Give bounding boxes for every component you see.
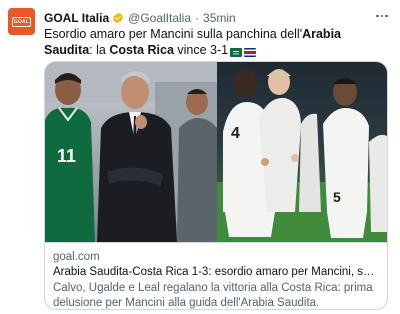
card-meta: goal.com Arabia Saudita-Costa Rica 1-3: … bbox=[45, 242, 387, 309]
card-domain[interactable]: goal.com bbox=[53, 250, 379, 264]
jersey-number-4: 4 bbox=[231, 125, 240, 142]
saudi-arabia-flag-icon bbox=[230, 45, 243, 58]
card-title[interactable]: Arabia Saudita-Costa Rica 1-3: esordio a… bbox=[53, 265, 379, 280]
article-image[interactable]: 11 4 5 bbox=[45, 62, 387, 242]
tweet-text-part1: Esordio amaro per Mancini sulla panchina… bbox=[44, 27, 303, 41]
verified-badge-icon bbox=[112, 12, 124, 24]
tweet-text: Esordio amaro per Mancini sulla panchina… bbox=[44, 26, 388, 58]
separator-dot: · bbox=[195, 10, 200, 25]
more-options-icon[interactable] bbox=[374, 9, 390, 23]
tweet-text-bold-costa-rica: Costa Rica bbox=[109, 43, 174, 57]
tweet-header: GOAL Italia @GoalItalia · 35min bbox=[44, 9, 236, 26]
tweet[interactable]: GOAL GOAL Italia @GoalItalia · 35min Eso… bbox=[0, 0, 400, 314]
tweet-text-part3: vince 3-1 bbox=[173, 43, 229, 57]
jersey-number-11: 11 bbox=[57, 146, 76, 166]
match-photo: 11 4 5 bbox=[45, 62, 387, 242]
display-name[interactable]: GOAL Italia bbox=[44, 11, 109, 25]
goal-logo-avatar[interactable]: GOAL bbox=[8, 8, 35, 35]
jersey-number-5: 5 bbox=[333, 189, 341, 205]
tweet-text-part2: : la bbox=[89, 43, 110, 57]
user-handle[interactable]: @GoalItalia bbox=[128, 11, 191, 25]
card-description: Calvo, Ugalde e Leal regalano la vittori… bbox=[53, 282, 373, 309]
costa-rica-flag-icon bbox=[244, 45, 257, 58]
tweet-timestamp[interactable]: 35min bbox=[203, 11, 236, 25]
link-card[interactable]: 11 4 5 goal.com Arabia Saudita-Costa Ric… bbox=[44, 61, 388, 310]
goal-logo-icon: GOAL bbox=[12, 16, 31, 27]
